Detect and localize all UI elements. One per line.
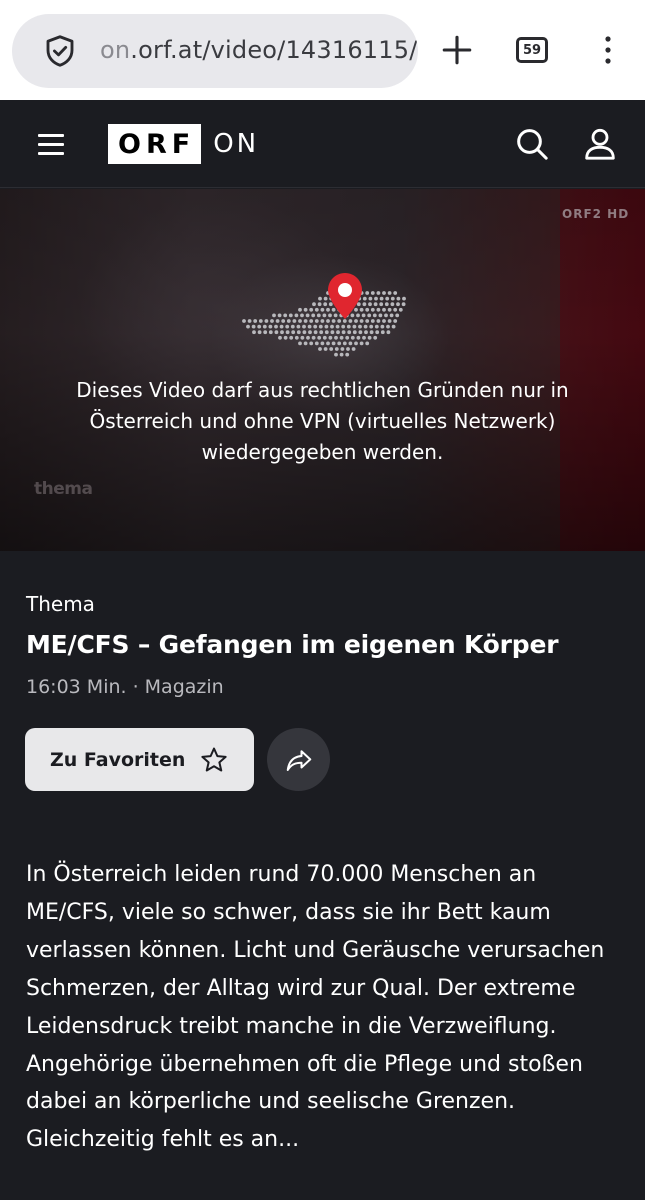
logo-orf: ORF	[108, 124, 202, 164]
austria-map-icon	[242, 273, 406, 357]
new-tab-button[interactable]	[429, 22, 485, 78]
tab-switcher-button[interactable]: 59	[504, 22, 560, 78]
video-title: ME/CFS – Gefangen im eigenen Körper	[26, 630, 559, 659]
add-to-favorites-button[interactable]: Zu Favoriten	[25, 728, 254, 791]
search-icon[interactable]	[512, 124, 552, 164]
geo-block-message: Dieses Video darf aus rechtlichen Gründe…	[76, 378, 569, 464]
orf-on-logo[interactable]: ORF ON	[108, 124, 259, 164]
more-vertical-icon	[605, 36, 611, 64]
tab-count: 59	[516, 37, 548, 63]
share-icon	[286, 749, 311, 771]
url-text[interactable]: on.orf.at/video/14316115/1	[100, 36, 418, 64]
share-button[interactable]	[267, 728, 330, 791]
category-label[interactable]: Thema	[26, 592, 95, 616]
channel-badge: ORF2 HD	[562, 207, 630, 221]
browser-menu-button[interactable]	[580, 22, 636, 78]
shield-check-icon[interactable]	[42, 33, 78, 69]
hamburger-icon[interactable]	[28, 126, 74, 162]
video-meta: 16:03 Min. · Magazin	[26, 676, 224, 698]
address-bar[interactable]: on.orf.at/video/14316115/1	[12, 14, 418, 88]
plus-icon	[442, 35, 472, 65]
site-header: ORF ON	[0, 100, 645, 188]
location-pin-icon	[328, 273, 362, 319]
star-icon	[201, 747, 228, 771]
program-watermark: thema	[34, 479, 93, 499]
favorites-label: Zu Favoriten	[50, 748, 186, 771]
video-description: In Österreich leiden rund 70.000 Mensche…	[26, 862, 605, 1153]
video-player[interactable]: ORF2 HD thema Dieses Video darf aus rech…	[0, 189, 645, 551]
user-icon[interactable]	[580, 124, 620, 164]
browser-toolbar: on.orf.at/video/14316115/1 59	[0, 0, 645, 100]
logo-on: ON	[213, 129, 260, 159]
